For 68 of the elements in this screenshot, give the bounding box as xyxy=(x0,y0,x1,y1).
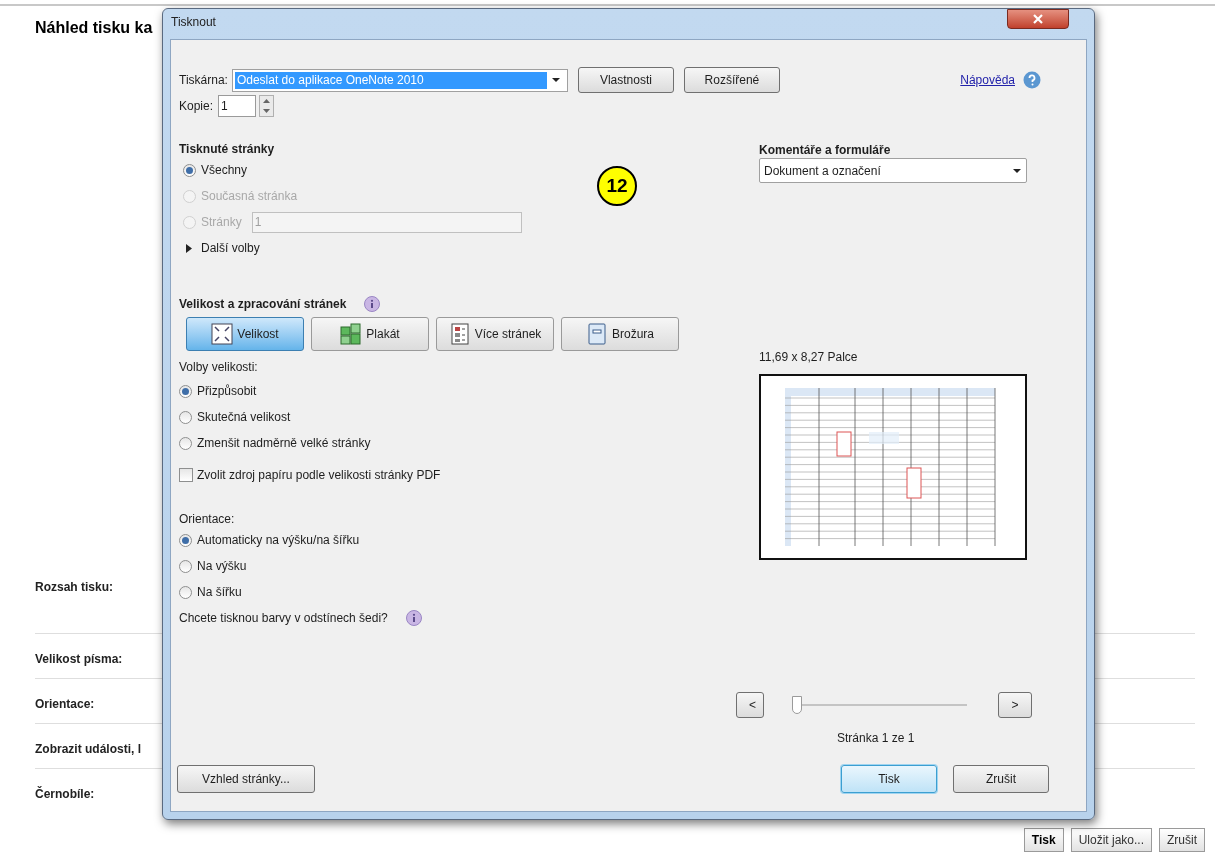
page-slider[interactable] xyxy=(792,696,967,714)
mode-button[interactable]: Brožura xyxy=(561,317,679,351)
dialog-button[interactable]: Zrušit xyxy=(953,765,1049,793)
page-title: Náhled tisku ka xyxy=(35,18,153,38)
checkbox-label: Zvolit zdroj papíru podle velikosti stránky PDF xyxy=(197,467,441,484)
page-setup-button[interactable]: Vzhled stránky... xyxy=(177,765,315,793)
tiles-icon xyxy=(340,323,363,345)
comments-select[interactable]: Dokument a označení xyxy=(759,158,1027,183)
setting-label: Černobíle: xyxy=(35,787,95,801)
more-options-toggle[interactable]: Další volby xyxy=(183,235,731,261)
setting-label: Zobrazit události, l xyxy=(35,742,141,756)
radio-label: Všechny xyxy=(201,162,248,179)
printer-button[interactable]: Vlastnosti xyxy=(577,67,674,93)
info-icon[interactable] xyxy=(405,610,422,626)
radio-button[interactable] xyxy=(179,559,192,573)
help-icon[interactable] xyxy=(1023,71,1041,89)
radio-label: Na šířku xyxy=(197,584,242,601)
booklet-icon xyxy=(586,323,608,345)
dialog-button[interactable]: Tisk xyxy=(841,765,937,793)
page-button[interactable]: Uložit jako... xyxy=(1070,828,1152,852)
mode-button[interactable]: Více stránek xyxy=(436,317,554,351)
setting-label: Rozsah tisku: xyxy=(35,580,113,594)
radio-button[interactable] xyxy=(183,163,196,177)
copies-spinner[interactable] xyxy=(259,95,275,117)
setting-label: Velikost písma: xyxy=(35,652,123,666)
radio-label: Automaticky na výšku/na šířku xyxy=(197,532,360,549)
section-heading: Komentáře a formuláře xyxy=(759,142,892,158)
printer-button[interactable]: Rozšířené xyxy=(683,67,780,93)
info-icon[interactable] xyxy=(364,296,381,312)
copies-field[interactable]: 1 xyxy=(218,95,257,117)
radio-label: Stránky xyxy=(201,214,242,231)
page-counter: Stránka 1 ze 1 xyxy=(837,730,916,745)
mode-button[interactable]: Plakát xyxy=(311,317,429,351)
radio-label: Přizpůsobit xyxy=(197,383,257,400)
printer-label: Tiskárna: xyxy=(179,72,228,89)
radio-label: Současná stránka xyxy=(201,188,298,205)
next-page-button[interactable]: > xyxy=(998,692,1032,718)
page-button[interactable]: Zrušit xyxy=(1159,828,1205,852)
radio-label: Na výšku xyxy=(197,558,247,575)
paper-size: 11,69 x 8,27 Palce xyxy=(759,349,859,366)
slider-thumb[interactable] xyxy=(792,696,802,714)
radio-button[interactable] xyxy=(179,436,192,450)
pages-icon xyxy=(448,323,471,345)
help-link[interactable]: Nápověda xyxy=(960,71,1015,89)
radio-button[interactable] xyxy=(179,384,192,398)
mode-button[interactable]: Velikost xyxy=(186,317,304,351)
radio-button[interactable] xyxy=(179,533,192,547)
copies-label: Kopie: xyxy=(179,98,214,115)
radio-button[interactable] xyxy=(179,410,192,424)
dropdown-arrow-icon xyxy=(551,78,560,82)
orientation-label: Orientace: xyxy=(179,511,236,524)
section-heading: Velikost a zpracování stránek xyxy=(179,296,347,313)
close-button[interactable] xyxy=(1007,9,1069,29)
close-icon xyxy=(1033,14,1043,24)
size-options-label: Volby velikosti: xyxy=(179,359,259,376)
radio-button[interactable] xyxy=(179,585,192,599)
caret-right-icon xyxy=(185,243,193,253)
dropdown-arrow-icon xyxy=(1013,168,1021,173)
setting-label: Orientace: xyxy=(35,697,95,711)
radio-label: Zmenšit nadměrně velké stránky xyxy=(197,435,371,452)
window-title: Tisknout xyxy=(171,14,216,31)
previous-page-button[interactable]: < xyxy=(736,692,764,718)
checkbox[interactable] xyxy=(179,468,193,482)
radio-label: Skutečná velikost xyxy=(197,409,291,426)
page-button[interactable]: Tisk xyxy=(1023,828,1064,852)
grayscale-question: Chcete tisknou barvy v odstínech šedi? xyxy=(179,610,388,627)
section-heading: Tisknuté stránky xyxy=(179,141,276,157)
resize-icon xyxy=(211,323,234,345)
